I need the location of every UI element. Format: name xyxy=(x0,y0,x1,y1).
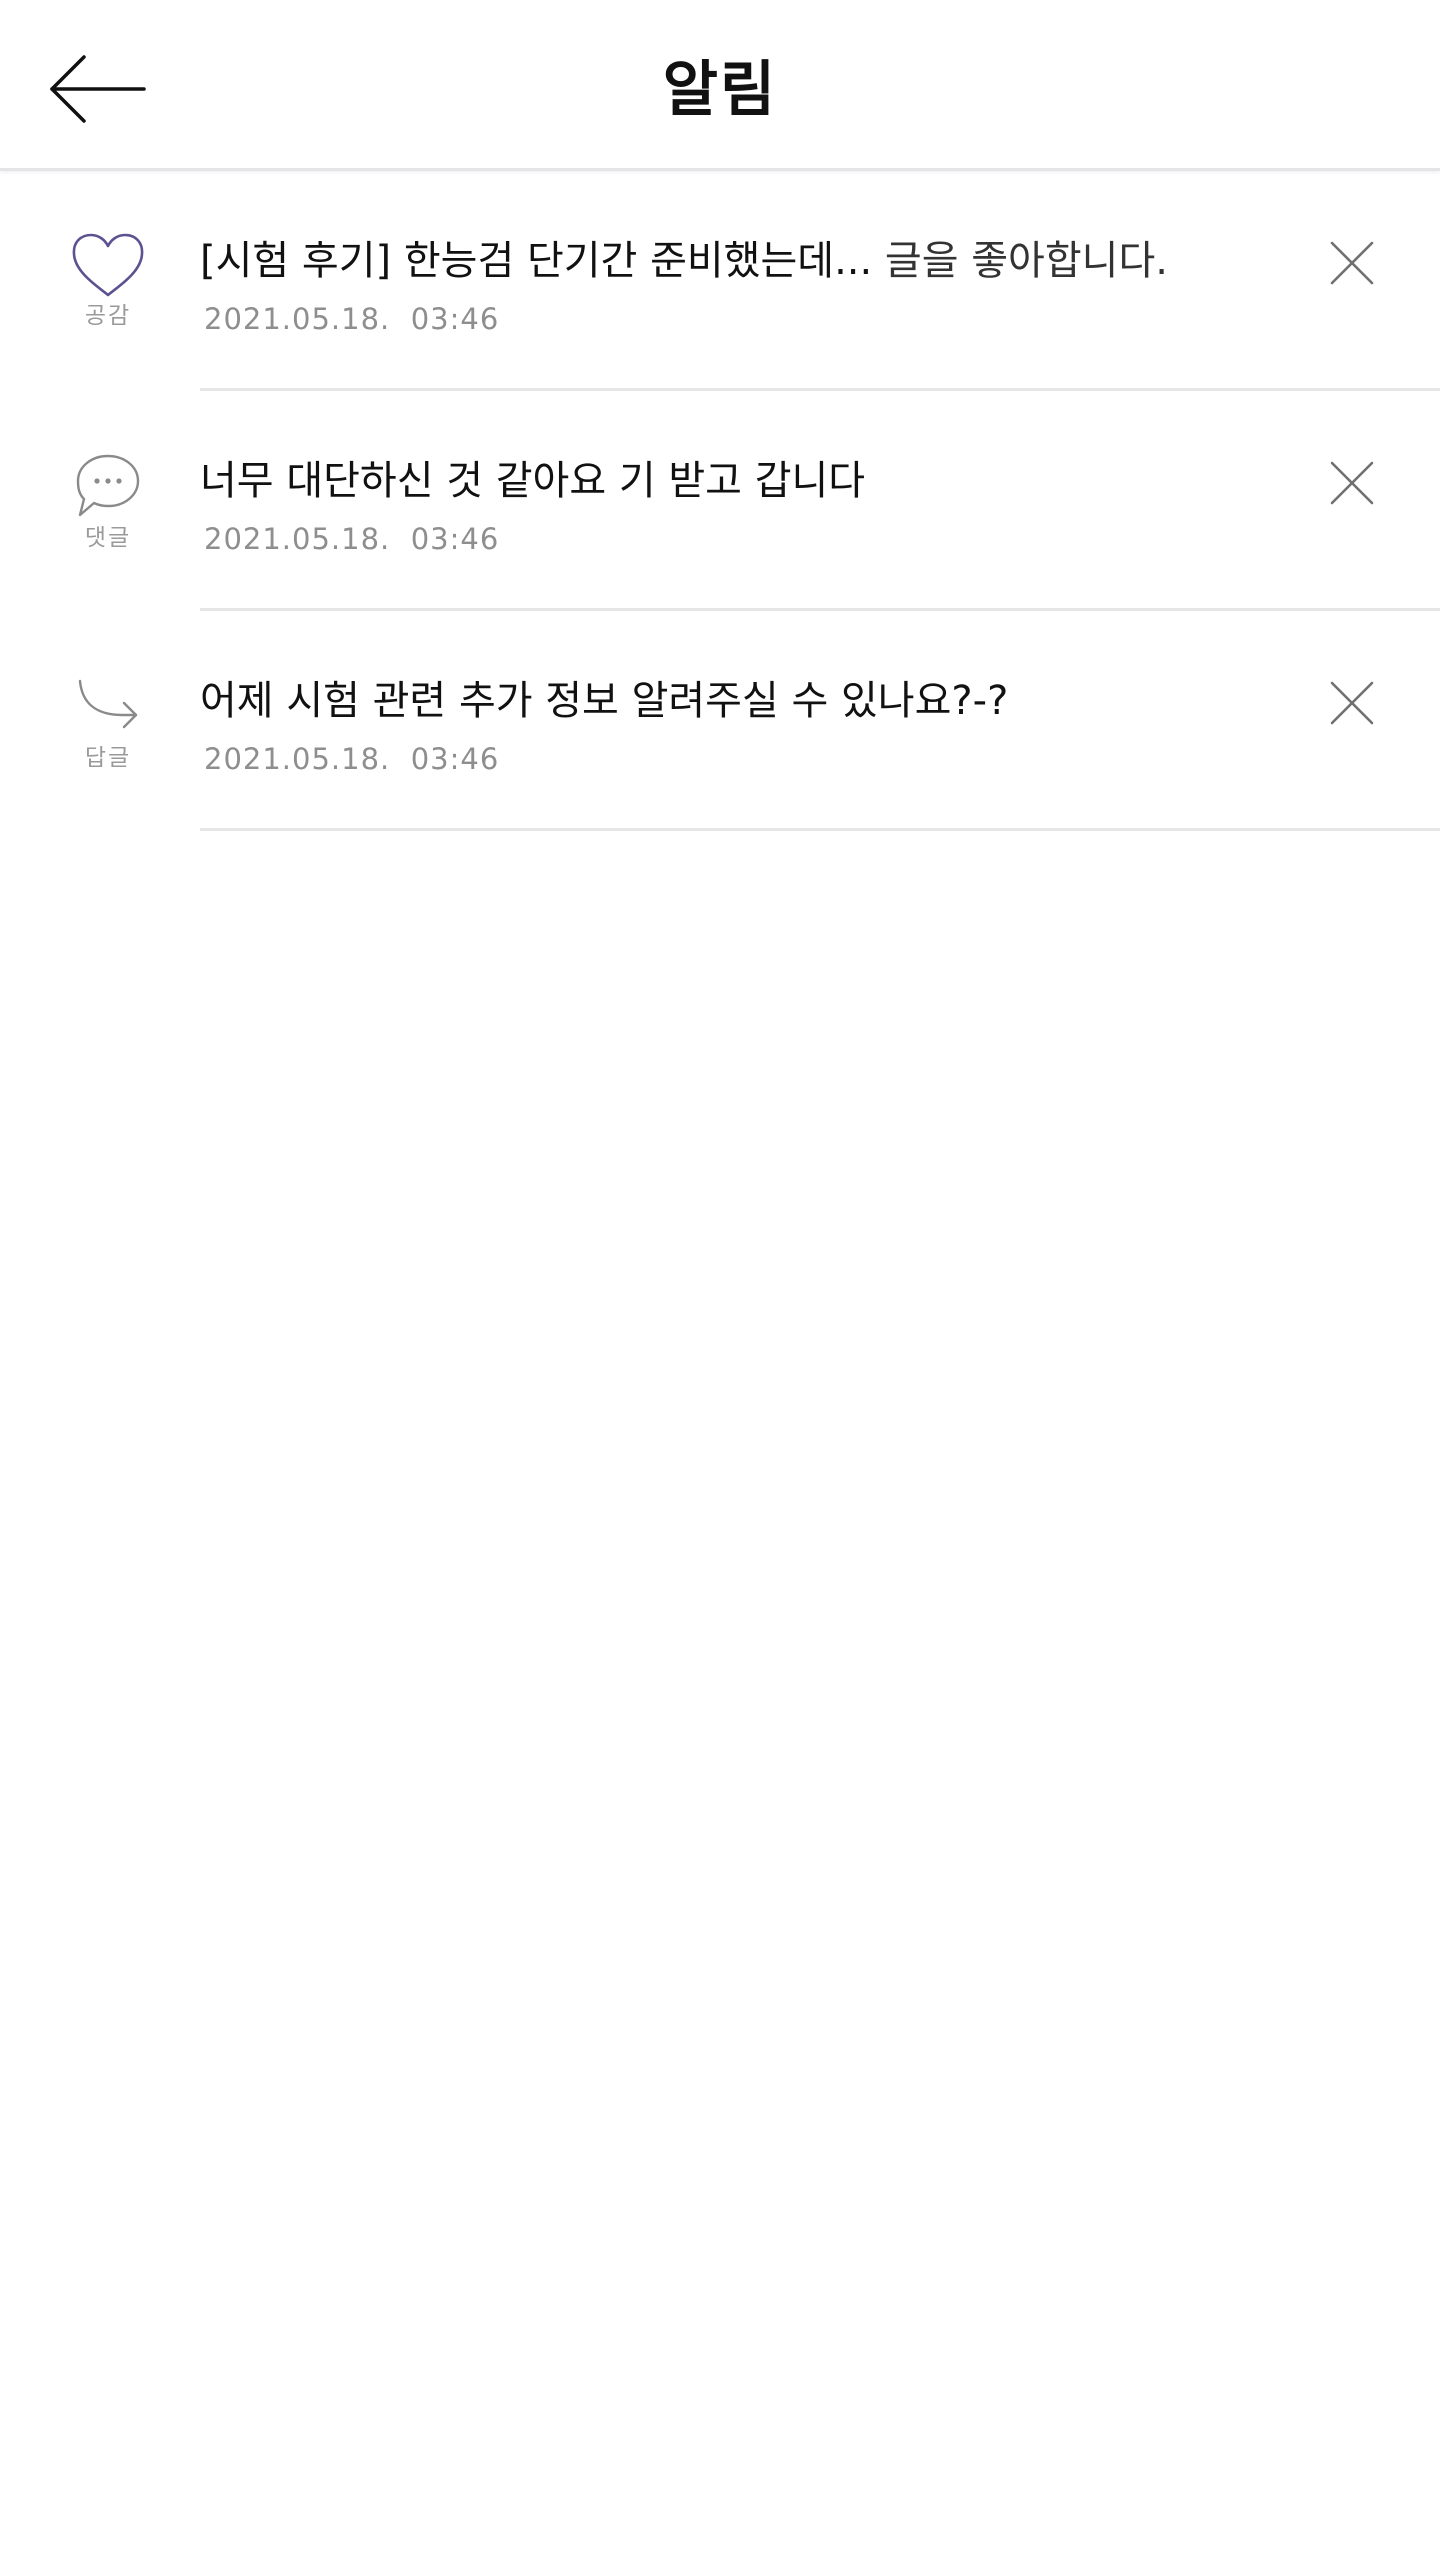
notification-type-label: 공감 xyxy=(84,303,132,329)
speech-bubble-icon xyxy=(76,454,140,517)
notification-title: [시험 후기] 한능검 단기간 준비했는데... xyxy=(200,238,873,284)
close-icon xyxy=(1330,241,1374,285)
notification-message: [시험 후기] 한능검 단기간 준비했는데... 글을 좋아합니다. xyxy=(200,233,1280,289)
notification-date: 2021.05.18. 03:46 xyxy=(204,302,500,336)
close-button[interactable] xyxy=(1320,231,1384,295)
divider xyxy=(200,828,1440,831)
reply-arrow-icon xyxy=(78,679,138,729)
notification-title: 너무 대단하신 것 같아요 기 받고 갑니다 xyxy=(200,458,866,504)
notification-type: 답글 xyxy=(62,671,154,773)
notification-title: 어제 시험 관련 추가 정보 알려주실 수 있나요?-? xyxy=(200,678,1009,724)
notification-message: 어제 시험 관련 추가 정보 알려주실 수 있나요?-? xyxy=(200,673,1280,729)
notification-item-reply[interactable]: 답글 어제 시험 관련 추가 정보 알려주실 수 있나요?-? 2021.05.… xyxy=(0,611,1440,831)
notification-title-suffix: 글을 좋아합니다. xyxy=(872,238,1168,284)
notification-type: 공감 xyxy=(62,231,154,331)
notification-date: 2021.05.18. 03:46 xyxy=(204,522,500,556)
close-icon xyxy=(1330,461,1374,505)
notification-list: 공감 [시험 후기] 한능검 단기간 준비했는데... 글을 좋아합니다. 20… xyxy=(0,171,1440,831)
notification-type-label: 댓글 xyxy=(84,525,132,551)
notification-item-comment[interactable]: 댓글 너무 대단하신 것 같아요 기 받고 갑니다 2021.05.18. 03… xyxy=(0,391,1440,611)
page-title: 알림 xyxy=(662,55,778,125)
notification-item-like[interactable]: 공감 [시험 후기] 한능검 단기간 준비했는데... 글을 좋아합니다. 20… xyxy=(0,171,1440,391)
close-icon xyxy=(1330,681,1374,725)
app-header: 알림 xyxy=(0,0,1440,171)
heart-icon xyxy=(72,233,144,297)
close-button[interactable] xyxy=(1320,451,1384,515)
notification-message: 너무 대단하신 것 같아요 기 받고 갑니다 xyxy=(200,453,1280,509)
notification-date: 2021.05.18. 03:46 xyxy=(204,742,500,776)
notification-type-label: 답글 xyxy=(84,745,132,771)
notification-type: 댓글 xyxy=(62,451,154,553)
close-button[interactable] xyxy=(1320,671,1384,735)
